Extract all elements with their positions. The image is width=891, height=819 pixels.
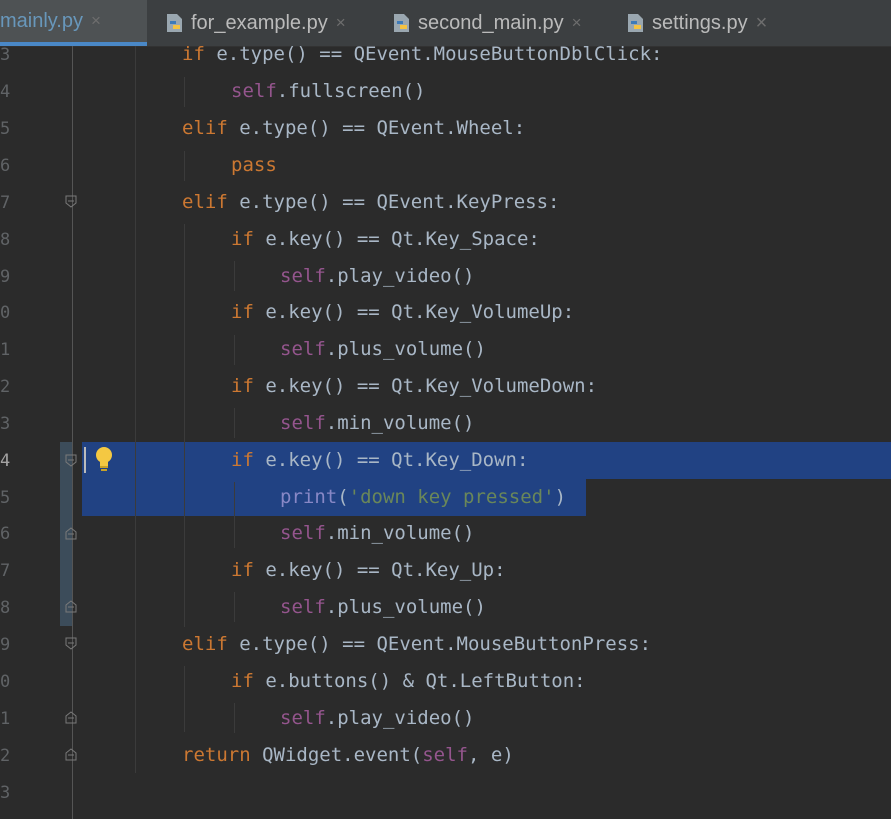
fold-icon[interactable] bbox=[65, 600, 77, 613]
line-number[interactable]: 4 bbox=[0, 82, 14, 102]
line-number[interactable]: 7 bbox=[0, 193, 14, 213]
code-line: elif e.type() == QEvent.KeyPress: bbox=[182, 191, 560, 213]
code-line: self.plus_volume() bbox=[280, 596, 486, 618]
line-number[interactable]: 2 bbox=[0, 746, 14, 766]
tab-mainly-py[interactable]: mainly.py × bbox=[0, 0, 147, 46]
close-icon[interactable]: × bbox=[336, 13, 346, 33]
line-number[interactable]: 6 bbox=[0, 524, 14, 544]
fold-icon[interactable] bbox=[65, 195, 77, 208]
code-line: if e.buttons() & Qt.LeftButton: bbox=[231, 670, 586, 692]
code-line: return QWidget.event(self, e) bbox=[182, 744, 514, 766]
lightbulb-icon[interactable] bbox=[94, 446, 114, 472]
line-number[interactable]: 0 bbox=[0, 672, 14, 692]
line-number-gutter[interactable]: 3 4 5 6 7 8 9 0 1 2 3 4 5 6 7 8 9 0 1 2 3 bbox=[0, 45, 72, 819]
fold-icon[interactable] bbox=[65, 748, 77, 761]
code-line: print('down key pressed') bbox=[280, 486, 567, 508]
fold-icon[interactable] bbox=[65, 711, 77, 724]
indent-guide bbox=[234, 703, 235, 733]
indent-guide bbox=[184, 224, 185, 627]
python-file-icon bbox=[394, 14, 409, 32]
close-icon[interactable]: × bbox=[572, 13, 582, 33]
tab-label: for_example.py bbox=[191, 11, 328, 34]
line-number[interactable]: 2 bbox=[0, 377, 14, 397]
code-line: if e.key() == Qt.Key_Down: bbox=[231, 449, 529, 471]
code-line: if e.key() == Qt.Key_VolumeUp: bbox=[231, 301, 575, 323]
line-number[interactable]: 1 bbox=[0, 340, 14, 360]
code-line: self.fullscreen() bbox=[231, 80, 426, 102]
close-icon[interactable]: × bbox=[756, 12, 768, 35]
python-file-icon bbox=[628, 14, 643, 32]
indent-guide bbox=[234, 408, 235, 438]
line-number[interactable]: 9 bbox=[0, 635, 14, 655]
python-file-icon bbox=[167, 14, 182, 32]
line-number[interactable]: 3 bbox=[0, 414, 14, 434]
code-line: if e.key() == Qt.Key_Up: bbox=[231, 559, 506, 581]
line-number[interactable]: 3 bbox=[0, 45, 14, 65]
code-line: if e.key() == Qt.Key_Space: bbox=[231, 228, 540, 250]
tab-label: mainly.py bbox=[0, 9, 83, 32]
tab-label: settings.py bbox=[652, 11, 748, 34]
indent-guide bbox=[234, 592, 235, 622]
line-number[interactable]: 8 bbox=[0, 230, 14, 250]
indent-guide bbox=[184, 151, 185, 181]
code-line: self.play_video() bbox=[280, 707, 475, 729]
line-number[interactable]: 4 bbox=[0, 451, 14, 471]
indent-guide bbox=[184, 77, 185, 107]
line-number[interactable]: 5 bbox=[0, 119, 14, 139]
line-number[interactable]: 1 bbox=[0, 709, 14, 729]
tab-label: second_main.py bbox=[418, 11, 564, 34]
code-line: elif e.type() == QEvent.MouseButtonPress… bbox=[182, 633, 652, 655]
code-line: pass bbox=[231, 154, 277, 176]
code-line: if e.key() == Qt.Key_VolumeDown: bbox=[231, 375, 598, 397]
gutter-divider bbox=[72, 46, 73, 819]
line-number[interactable]: 5 bbox=[0, 488, 14, 508]
indent-guide bbox=[234, 335, 235, 365]
line-number[interactable]: 7 bbox=[0, 561, 14, 581]
code-line: self.min_volume() bbox=[280, 412, 475, 434]
line-number[interactable]: 9 bbox=[0, 267, 14, 287]
text-caret bbox=[84, 447, 86, 473]
line-number[interactable]: 3 bbox=[0, 783, 14, 803]
indent-guide bbox=[184, 666, 185, 732]
line-number[interactable]: 6 bbox=[0, 156, 14, 176]
code-line: self.plus_volume() bbox=[280, 338, 486, 360]
indent-guide bbox=[234, 261, 235, 291]
fold-icon[interactable] bbox=[65, 527, 77, 540]
fold-icon[interactable] bbox=[65, 637, 77, 650]
close-icon[interactable]: × bbox=[91, 11, 101, 31]
code-line: elif e.type() == QEvent.Wheel: bbox=[182, 117, 526, 139]
indent-guide bbox=[135, 46, 136, 773]
code-line: if e.type() == QEvent.MouseButtonDblClic… bbox=[182, 43, 663, 65]
code-line: self.min_volume() bbox=[280, 522, 475, 544]
fold-icon[interactable] bbox=[65, 454, 77, 467]
line-number[interactable]: 8 bbox=[0, 598, 14, 618]
code-line: self.play_video() bbox=[280, 265, 475, 287]
line-number[interactable]: 0 bbox=[0, 303, 14, 323]
indent-guide bbox=[234, 482, 235, 548]
